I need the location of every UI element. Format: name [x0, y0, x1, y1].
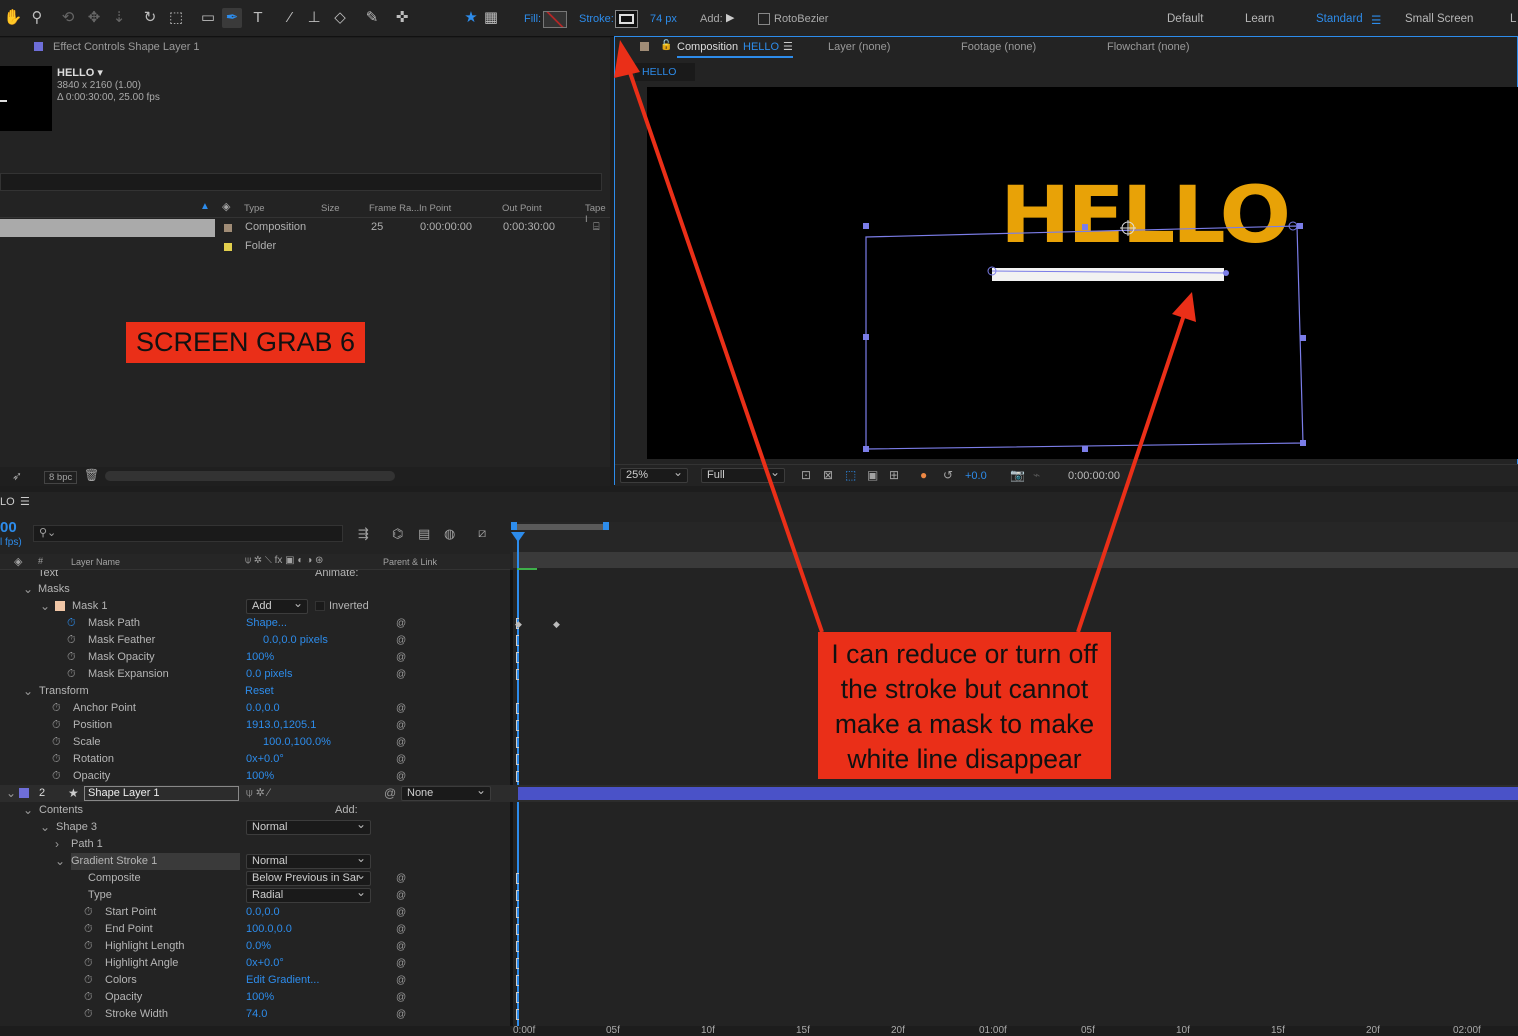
annotation-line: the stroke but cannot: [840, 674, 1089, 704]
tick: 05f: [606, 1025, 620, 1036]
tick: 20f: [1366, 1025, 1380, 1036]
tick: 0:00f: [513, 1025, 536, 1036]
annotation-line: make a mask to make: [834, 709, 1095, 739]
tick: 20f: [891, 1025, 905, 1036]
tick: 15f: [796, 1025, 810, 1036]
tick: 10f: [701, 1025, 715, 1036]
annotation-callout: I can reduce or turn off the stroke but …: [818, 632, 1111, 779]
tick: 10f: [1176, 1025, 1190, 1036]
keyframe-diamond[interactable]: ◆: [515, 619, 522, 630]
keyframe-diamond[interactable]: ◆: [553, 619, 560, 630]
tick: 05f: [1081, 1025, 1095, 1036]
tick: 15f: [1271, 1025, 1285, 1036]
annotation-line: I can reduce or turn off: [831, 639, 1098, 669]
tick: 01:00f: [979, 1025, 1007, 1036]
annotation-line: white line disappear: [847, 744, 1082, 774]
annotation-arrows: [614, 40, 1196, 633]
tick: 02:00f: [1453, 1025, 1481, 1036]
